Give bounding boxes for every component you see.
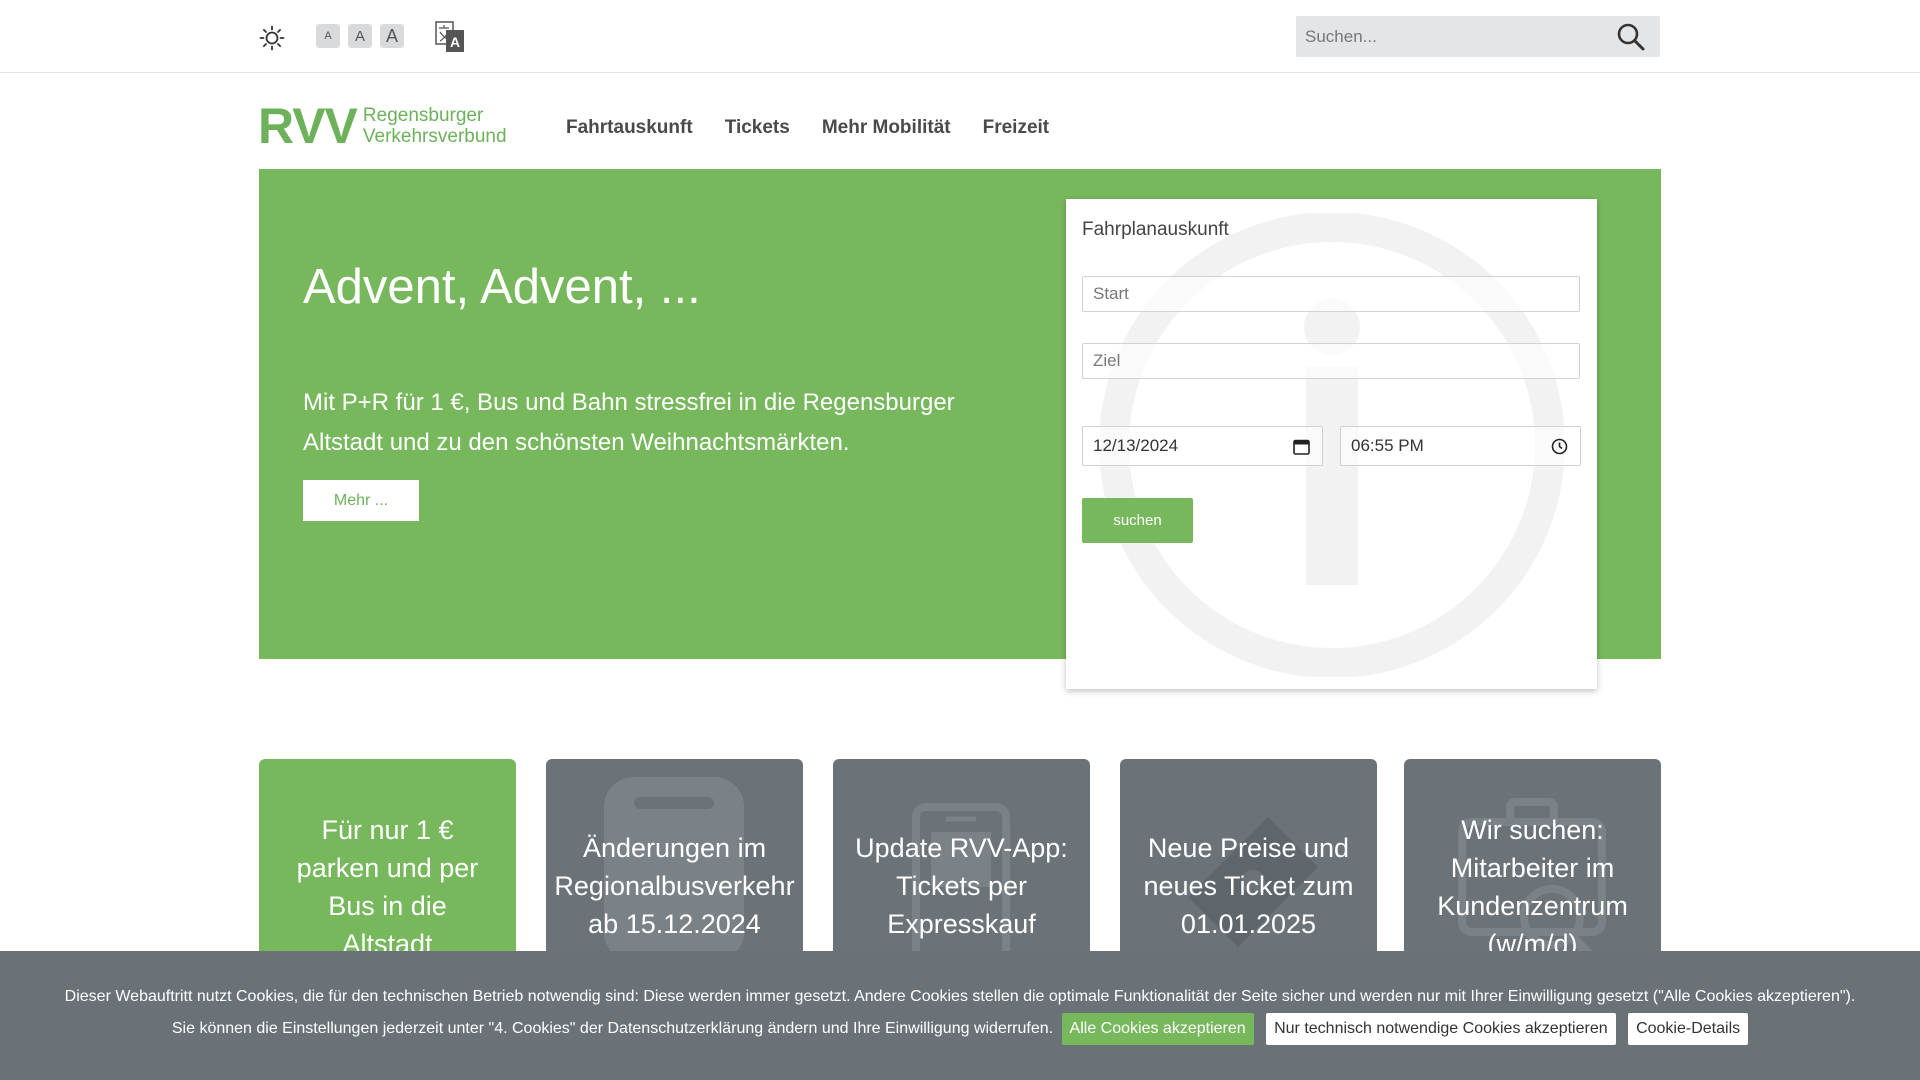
logo-line-1: Regensburger [362, 105, 484, 126]
nav-tickets[interactable]: Tickets [725, 117, 790, 139]
search-box [1296, 16, 1660, 57]
accept-all-cookies-button[interactable]: Alle Cookies akzeptieren [1061, 1013, 1254, 1045]
destination-input[interactable] [1082, 343, 1580, 379]
main-nav: Fahrtauskunft Tickets Mehr Mobilität Fre… [566, 117, 1049, 139]
translate-icon[interactable]: A [434, 20, 466, 54]
rvv-logo[interactable]: RVV Regensburger Verkehrsverbund [258, 98, 508, 154]
cookie-notice: Dieser Webauftritt nutzt Cookies, die fü… [60, 981, 1860, 1045]
logo-subtitle: Regensburger Verkehrsverbund [363, 105, 507, 147]
journey-planner-card: Fahrplanauskunft 12/13/2024 06:55 PM suc… [1066, 199, 1597, 689]
teaser-tiles: Für nur 1 € parken und per Bus in die Al… [259, 759, 1661, 999]
calendar-icon[interactable] [1293, 438, 1310, 455]
nav-fahrtauskunft[interactable]: Fahrtauskunft [566, 117, 693, 139]
search-connection-button[interactable]: suchen [1082, 498, 1193, 543]
hero-more-button[interactable]: Mehr ... [303, 480, 419, 521]
search-input[interactable] [1296, 26, 1596, 47]
cookie-details-button[interactable]: Cookie-Details [1628, 1013, 1749, 1045]
logo-abbr: RVV [258, 98, 358, 154]
tile-text: Wir suchen: Mitarbeiter im Kundenzentrum… [1437, 815, 1628, 959]
planner-title: Fahrplanauskunft [1082, 219, 1229, 240]
hero-title: Advent, Advent, ... [303, 260, 701, 314]
utility-bar: A A A A [0, 0, 1920, 73]
logo-line-2: Verkehrsverbund [362, 126, 507, 147]
sun-icon[interactable] [258, 24, 286, 52]
search-icon[interactable] [1616, 22, 1646, 52]
tile-text: Update RVV-App: Tickets per Expresskauf [855, 833, 1068, 939]
date-field[interactable]: 12/13/2024 [1082, 426, 1323, 466]
nav-freizeit[interactable]: Freizeit [983, 117, 1050, 139]
svg-text:A: A [450, 34, 460, 50]
font-size-medium-button[interactable]: A [348, 24, 372, 48]
clock-icon[interactable] [1551, 438, 1568, 455]
font-size-small-button[interactable]: A [316, 24, 340, 48]
font-size-large-button[interactable]: A [380, 24, 404, 48]
accept-necessary-cookies-button[interactable]: Nur technisch notwendige Cookies akzepti… [1266, 1013, 1616, 1045]
tile-text: Änderungen im Regionalbusverkehr ab 15.1… [554, 833, 795, 939]
tile-text: Neue Preise und neues Ticket zum 01.01.2… [1143, 833, 1354, 939]
time-value: 06:55 PM [1351, 436, 1424, 455]
nav-mehr-mobilitaet[interactable]: Mehr Mobilität [822, 117, 951, 139]
cookie-banner: Dieser Webauftritt nutzt Cookies, die fü… [0, 951, 1920, 1080]
date-value: 12/13/2024 [1093, 436, 1179, 455]
hero-text: Mit P+R für 1 €, Bus und Bahn stressfrei… [303, 389, 955, 456]
time-field[interactable]: 06:55 PM [1340, 426, 1581, 466]
tile-text: Für nur 1 € parken und per Bus in die Al… [296, 815, 479, 959]
start-input[interactable] [1082, 276, 1580, 312]
